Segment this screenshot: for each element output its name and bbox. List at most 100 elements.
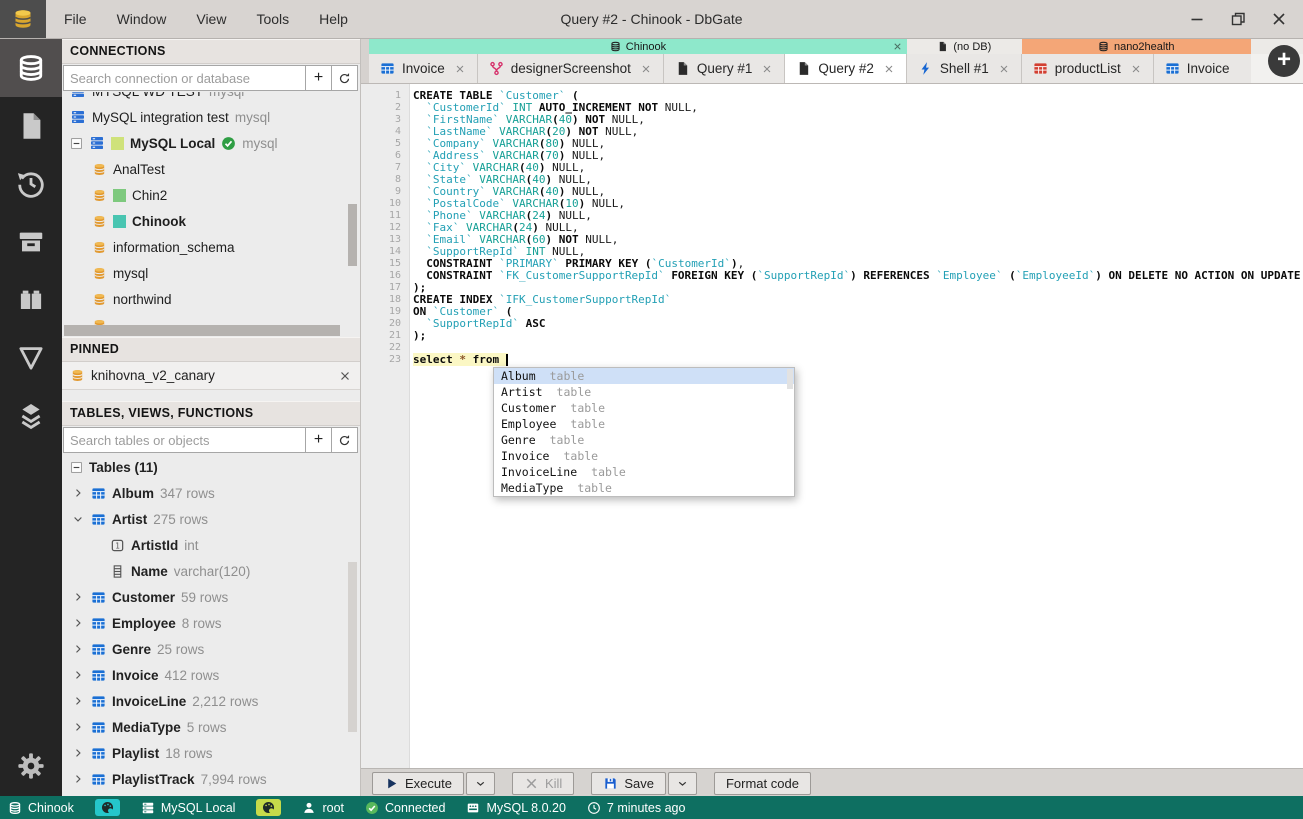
add-table-button[interactable]: +: [306, 427, 332, 453]
expand-chevron-icon[interactable]: [70, 668, 85, 683]
table-item[interactable]: Playlist 18 rows: [62, 740, 360, 766]
tab-close-button[interactable]: [761, 63, 773, 75]
autocomplete-scrollbar[interactable]: [787, 369, 793, 389]
code-text: );: [413, 329, 427, 342]
table-item[interactable]: Album 347 rows: [62, 480, 360, 506]
autocomplete-item[interactable]: Album table: [494, 368, 794, 384]
minimize-button[interactable]: [1188, 11, 1205, 28]
tab-close-button[interactable]: [640, 63, 652, 75]
close-button[interactable]: [1270, 11, 1287, 28]
expand-chevron-icon[interactable]: [70, 512, 85, 527]
expand-chevron-icon[interactable]: [70, 616, 85, 631]
database-item[interactable]: AnalTest: [62, 156, 360, 182]
tab-close-button[interactable]: [998, 63, 1010, 75]
sidebar-item-files[interactable]: [0, 97, 62, 155]
database-item[interactable]: information_schema: [62, 234, 360, 260]
database-item[interactable]: northwind: [62, 286, 360, 312]
sidebar-item-history[interactable]: [0, 155, 62, 213]
tables-group-row[interactable]: Tables (11): [62, 454, 360, 480]
save-dropdown-button[interactable]: [667, 771, 697, 795]
autocomplete-item[interactable]: MediaType table: [494, 480, 794, 496]
vertical-scrollbar[interactable]: [348, 562, 357, 732]
tab-close-button[interactable]: [1130, 63, 1142, 75]
expand-chevron-icon[interactable]: [70, 486, 85, 501]
theme-chip[interactable]: [94, 799, 120, 816]
autocomplete-item[interactable]: Artist table: [494, 384, 794, 400]
tab-close-button[interactable]: [454, 63, 466, 75]
tab-group-header[interactable]: (no DB): [906, 39, 1022, 54]
collapse-toggle[interactable]: [70, 137, 83, 150]
menu-tools[interactable]: Tools: [256, 11, 289, 27]
connection-item[interactable]: MYSQL WD TEST mysql: [62, 92, 360, 104]
tab-close-button[interactable]: [883, 63, 895, 75]
autocomplete-item[interactable]: Customer table: [494, 400, 794, 416]
table-item[interactable]: InvoiceLine 2,212 rows: [62, 688, 360, 714]
line-number: 3: [394, 114, 401, 125]
sidebar-item-archive[interactable]: [0, 213, 62, 271]
expand-chevron-icon[interactable]: [70, 642, 85, 657]
theme-chip[interactable]: [256, 799, 282, 816]
autocomplete-item[interactable]: Employee table: [494, 416, 794, 432]
database-item[interactable]: mysql: [62, 260, 360, 286]
menu-help[interactable]: Help: [319, 11, 348, 27]
sidebar-item-layers[interactable]: [0, 387, 62, 445]
connection-item[interactable]: MySQL Local mysql: [62, 130, 360, 156]
expand-chevron-icon[interactable]: [70, 746, 85, 761]
expand-chevron-icon[interactable]: [70, 590, 85, 605]
sidebar-item-filters[interactable]: [0, 329, 62, 387]
tab-group-header[interactable]: nano2health: [1021, 39, 1251, 54]
expand-chevron-icon[interactable]: [70, 694, 85, 709]
tab-invoice[interactable]: Invoice: [369, 54, 478, 83]
table-item[interactable]: MediaType 5 rows: [62, 714, 360, 740]
tab-shell-1[interactable]: Shell #1: [906, 54, 1022, 83]
column-item[interactable]: 1 ArtistId int: [62, 532, 360, 558]
tab-query-1[interactable]: Query #1: [663, 54, 786, 83]
unpin-button[interactable]: [338, 369, 352, 383]
table-item[interactable]: Genre 25 rows: [62, 636, 360, 662]
tab-designerscreenshot[interactable]: designerScreenshot: [477, 54, 664, 83]
autocomplete-item[interactable]: Genre table: [494, 432, 794, 448]
execute-button[interactable]: Execute: [372, 771, 464, 795]
collapse-toggle[interactable]: [70, 461, 83, 474]
autocomplete-item[interactable]: InvoiceLine table: [494, 464, 794, 480]
new-tab-button[interactable]: +: [1268, 45, 1300, 77]
table-item[interactable]: Customer 59 rows: [62, 584, 360, 610]
table-item[interactable]: Invoice 412 rows: [62, 662, 360, 688]
expand-chevron-icon[interactable]: [70, 720, 85, 735]
kill-button[interactable]: Kill: [511, 771, 575, 795]
tables-search-input[interactable]: [63, 427, 306, 453]
tab-invoice[interactable]: Invoice: [1153, 54, 1251, 83]
sql-editor[interactable]: 1 CREATE TABLE `Customer` (2 `CustomerId`…: [361, 84, 1303, 768]
tab-group-header[interactable]: Chinook: [369, 39, 907, 54]
connection-item[interactable]: MySQL integration test mysql: [62, 104, 360, 130]
database-item[interactable]: Chinook: [62, 208, 360, 234]
execute-dropdown-button[interactable]: [465, 771, 495, 795]
sidebar-item-databases[interactable]: [0, 39, 62, 97]
save-button[interactable]: Save: [591, 771, 666, 795]
refresh-connections-button[interactable]: [332, 65, 358, 91]
sidebar-item-settings[interactable]: [0, 741, 62, 791]
menu-view[interactable]: View: [196, 11, 226, 27]
table-item[interactable]: PlaylistTrack 7,994 rows: [62, 766, 360, 792]
sidebar-item-plugins[interactable]: [0, 271, 62, 329]
database-item[interactable]: Chin2: [62, 182, 360, 208]
menu-window[interactable]: Window: [117, 11, 167, 27]
column-icon: [110, 564, 125, 579]
expand-chevron-icon[interactable]: [70, 772, 85, 787]
tab-productlist[interactable]: productList: [1021, 54, 1154, 83]
vertical-scrollbar[interactable]: [348, 204, 357, 266]
menu-file[interactable]: File: [64, 11, 87, 27]
pinned-database[interactable]: knihovna_v2_canary: [62, 362, 360, 390]
horizontal-scrollbar[interactable]: [64, 325, 340, 336]
connections-search-input[interactable]: [63, 65, 306, 91]
group-close-button[interactable]: [891, 40, 904, 53]
restore-button[interactable]: [1229, 11, 1246, 28]
tab-query-2[interactable]: Query #2: [785, 54, 907, 83]
column-item[interactable]: Name varchar(120): [62, 558, 360, 584]
format-code-button[interactable]: Format code: [713, 771, 811, 795]
table-item[interactable]: Artist 275 rows: [62, 506, 360, 532]
table-item[interactable]: Employee 8 rows: [62, 610, 360, 636]
autocomplete-item[interactable]: Invoice table: [494, 448, 794, 464]
add-connection-button[interactable]: +: [306, 65, 332, 91]
refresh-tables-button[interactable]: [332, 427, 358, 453]
